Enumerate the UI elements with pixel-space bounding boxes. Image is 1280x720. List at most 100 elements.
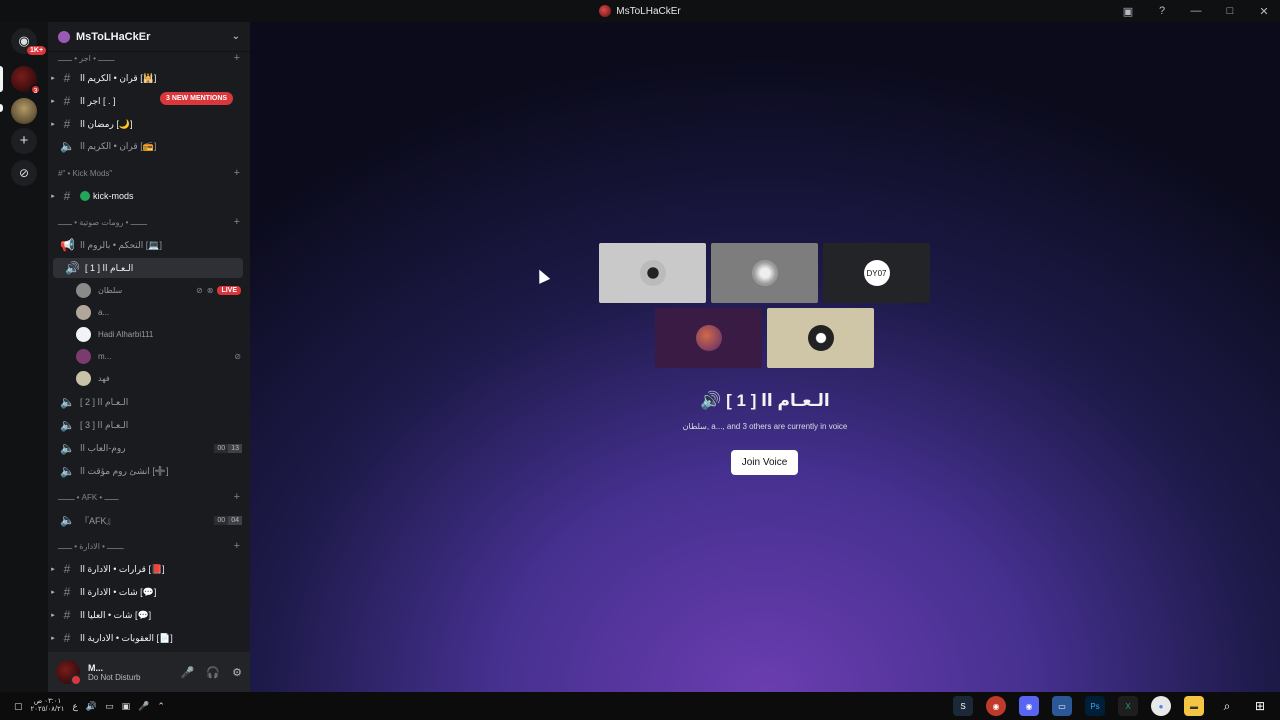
gear-icon[interactable]: ⚙ bbox=[232, 666, 242, 679]
add-channel-icon[interactable]: + bbox=[234, 216, 240, 228]
voice-member[interactable]: Hadi Alharbi111 bbox=[76, 324, 241, 344]
channel-label: التحكم • بالروم اا [💻] bbox=[80, 239, 162, 250]
user-info[interactable]: M... Do Not Disturb bbox=[88, 663, 140, 682]
channel-item-kick-mods[interactable]: ▸ # kick-mods bbox=[48, 186, 250, 206]
volume-icon[interactable]: 🔊 bbox=[86, 701, 97, 712]
voice-member[interactable]: فهد bbox=[76, 368, 241, 388]
remote-desktop-icon[interactable]: ▭ bbox=[1052, 696, 1072, 716]
excel-icon[interactable]: X bbox=[1118, 696, 1138, 716]
new-mentions-badge[interactable]: 3 NEW MENTIONS bbox=[160, 92, 234, 105]
windows-start-icon[interactable]: ⊞ bbox=[1250, 696, 1270, 716]
voice-tile[interactable] bbox=[655, 308, 762, 368]
live-badge: LIVE bbox=[217, 285, 241, 295]
notification-icon[interactable]: ▢ bbox=[14, 701, 23, 712]
voice-channel-temp[interactable]: 🔈 انشئ روم مؤقت اا [➕] bbox=[48, 461, 250, 481]
channel-item[interactable]: ▸ # شات • الادارة اا [💬] bbox=[48, 582, 250, 602]
text-channel-icon: # bbox=[63, 71, 71, 85]
server-icon-2[interactable] bbox=[11, 98, 37, 124]
category-kick-mods[interactable]: #" • Kick Mods" bbox=[58, 169, 112, 178]
voice-channel-3[interactable]: 🔈 الـعـام اا [ 3 ] bbox=[48, 415, 250, 435]
add-server-button[interactable]: + bbox=[11, 128, 37, 154]
maximize-button[interactable]: □ bbox=[1222, 5, 1238, 17]
channel-item[interactable]: ▸ # قرارات • الادارة اا [📕] bbox=[48, 559, 250, 579]
member-name: Hadi Alharbi111 bbox=[98, 329, 154, 339]
server-mention-badge: 3 bbox=[30, 84, 41, 95]
text-channel-icon: # bbox=[63, 117, 71, 131]
speaker-icon: 🔊 bbox=[65, 261, 80, 275]
join-voice-button[interactable]: Join Voice bbox=[731, 450, 798, 475]
channel-item[interactable]: ▸ # رمضان اا [🌙] bbox=[48, 114, 250, 134]
window-title-text: MsToLHaCkEr bbox=[616, 5, 681, 17]
voice-tile[interactable] bbox=[711, 243, 818, 303]
voice-channel-afk[interactable]: 🔈 『AFK』 00 04 bbox=[48, 510, 250, 530]
language-indicator[interactable]: ع bbox=[72, 701, 77, 712]
voice-member[interactable]: سلطان ⊘ ⊗ LIVE bbox=[76, 280, 241, 300]
channel-item[interactable]: ▸ # شات • العليا اا [💬] bbox=[48, 605, 250, 625]
text-channel-icon: # bbox=[63, 562, 71, 576]
voice-channel-control[interactable]: 📢 التحكم • بالروم اا [💻] bbox=[48, 235, 250, 255]
add-channel-icon[interactable]: + bbox=[234, 491, 240, 503]
voice-channel-2[interactable]: 🔈 الـعـام اا [ 2 ] bbox=[48, 392, 250, 412]
voice-channel-games[interactable]: 🔈 روم-العاب اا 00 13 bbox=[48, 438, 250, 458]
avatar bbox=[807, 325, 834, 351]
category-admin[interactable]: ـــــــ • الادارة • ــــــ bbox=[58, 542, 124, 551]
channel-label: شات • الادارة اا [💬] bbox=[80, 586, 157, 597]
add-channel-icon[interactable]: + bbox=[234, 52, 240, 64]
channel-label: الـعـام اا [ 3 ] bbox=[80, 419, 129, 430]
speaker-icon: 🔈 bbox=[60, 139, 75, 153]
close-button[interactable]: ✕ bbox=[1256, 5, 1272, 18]
voice-member[interactable]: a... bbox=[76, 302, 241, 322]
voice-participants-summary: سلطان, a..., and 3 others are currently … bbox=[682, 422, 848, 431]
category-top[interactable]: ـــــــ • اجر • ــــــ bbox=[58, 54, 115, 63]
speaker-icon: 🔈 bbox=[60, 395, 75, 409]
voice-channel-active[interactable]: 🔊 الـعـام اا [ 1 ] bbox=[53, 258, 243, 278]
steam-icon[interactable]: S bbox=[953, 696, 973, 716]
voice-title-text: الـعـام اا [ 1 ] bbox=[726, 391, 830, 410]
avatar bbox=[76, 370, 91, 386]
home-button[interactable]: ◉ 1K+ bbox=[11, 28, 47, 55]
taskbar-apps: S ◉ ◉ ▭ Ps X ● ▬ ⌕ ⊞ bbox=[953, 696, 1280, 716]
headphones-icon[interactable]: 🎧 bbox=[206, 666, 220, 679]
microphone-icon[interactable]: 🎤 bbox=[181, 666, 195, 679]
channel-item[interactable]: ▸ # قران • الكريم اا [🕌] bbox=[48, 68, 250, 88]
category-voice[interactable]: ـــــــ • رومات صوتية • ــــــ bbox=[58, 218, 147, 227]
server-name: MsToLHaCkEr bbox=[76, 30, 151, 43]
app-red-icon[interactable]: ◉ bbox=[986, 696, 1006, 716]
server-header[interactable]: MsToLHaCkEr ⌄ bbox=[48, 22, 250, 52]
channel-item[interactable]: ▸ # العقوبات • الادارية اا [📄] bbox=[48, 628, 250, 648]
voice-channel-title: 🔊 الـعـام اا [ 1 ] bbox=[250, 391, 1280, 411]
unread-dot-icon: ▸ bbox=[51, 589, 55, 596]
user-limit-badge: 00 13 bbox=[214, 443, 242, 453]
voice-tile[interactable] bbox=[599, 243, 706, 303]
add-channel-icon[interactable]: + bbox=[234, 167, 240, 179]
inbox-icon[interactable]: ▣ bbox=[1120, 5, 1136, 18]
microphone-icon[interactable]: 🎤 bbox=[138, 701, 149, 712]
voice-tile[interactable]: DY07 bbox=[823, 243, 930, 303]
voice-tile[interactable] bbox=[767, 308, 874, 368]
chrome-icon[interactable]: ● bbox=[1151, 696, 1171, 716]
server-icon-mstolhacker[interactable]: 3 bbox=[11, 66, 41, 95]
help-icon[interactable]: ? bbox=[1154, 5, 1170, 17]
file-explorer-icon[interactable]: ▬ bbox=[1184, 696, 1204, 716]
avatar bbox=[76, 348, 91, 364]
avatar: DY07 bbox=[863, 260, 890, 286]
voice-member[interactable]: m... ⊘ bbox=[76, 346, 241, 366]
window-title: MsToLHaCkEr bbox=[599, 5, 681, 17]
discord-icon[interactable]: ◉ bbox=[1019, 696, 1039, 716]
text-channel-icon: # bbox=[63, 631, 71, 645]
add-channel-icon[interactable]: + bbox=[234, 540, 240, 552]
avatar[interactable] bbox=[56, 660, 82, 686]
home-notification-badge: 1K+ bbox=[27, 46, 47, 55]
network-icon[interactable]: ▭ bbox=[105, 701, 114, 712]
channel-label: الـعـام اا [ 1 ] bbox=[85, 262, 134, 273]
camera-icon[interactable]: ▣ bbox=[122, 701, 131, 712]
chevron-up-icon[interactable]: ⌃ bbox=[157, 701, 165, 712]
speaker-icon: 🔈 bbox=[60, 418, 75, 432]
category-afk[interactable]: ـــــــ • AFK • ــــــ bbox=[58, 493, 119, 502]
explore-servers-button[interactable]: ⊘ bbox=[11, 160, 37, 186]
taskbar-clock[interactable]: ٠٣:٠١ ص ٢٠٢٥/٠٨/٢١ bbox=[31, 698, 65, 714]
channel-item[interactable]: 🔈 قران • الكريم اا [📻] bbox=[48, 136, 250, 156]
search-icon[interactable]: ⌕ bbox=[1217, 696, 1237, 716]
photoshop-icon[interactable]: Ps bbox=[1085, 696, 1105, 716]
minimize-button[interactable]: — bbox=[1188, 5, 1204, 17]
